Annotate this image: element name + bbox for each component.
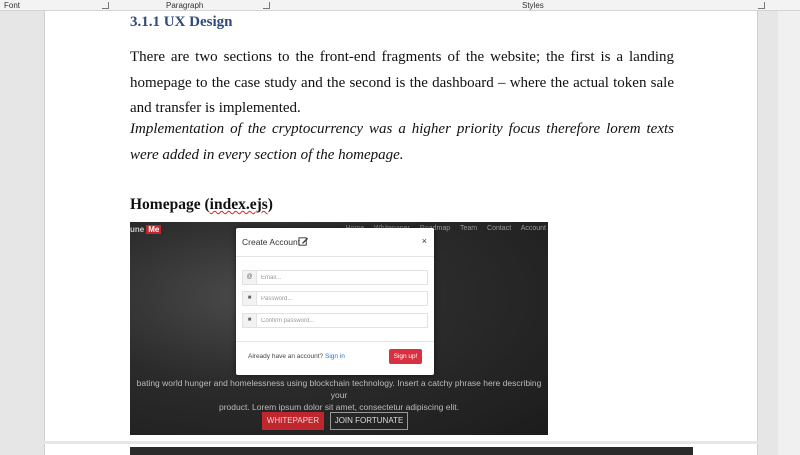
modal-divider [236, 341, 434, 342]
next-document-page[interactable] [44, 444, 758, 455]
logo-text: une [130, 225, 145, 234]
password-input[interactable] [261, 292, 421, 305]
at-icon: @ [243, 271, 257, 284]
section-heading: 3.1.1 UX Design [130, 14, 233, 30]
body-paragraph: There are two sections to the front-end … [130, 49, 674, 116]
confirm-password-field[interactable]: ■ [242, 313, 428, 328]
lock-icon: ■ [243, 314, 257, 327]
signin-link[interactable]: Sign in [325, 353, 345, 360]
close-icon[interactable]: × [422, 236, 427, 246]
next-page-image [130, 447, 693, 455]
already-text: Already have an account? [248, 353, 324, 360]
site-logo: une Me [130, 225, 162, 234]
homepage-subheading: Homepage (index.ejs) [130, 196, 273, 214]
homepage-screenshot-image: une Me Home Whitepaper Roadmap Team Conta… [130, 222, 548, 435]
logo-badge: Me [146, 225, 162, 234]
subheading-prefix: Homepage ( [130, 196, 210, 213]
subheading-filename: index.ejs [209, 196, 268, 213]
font-dialog-launcher-icon[interactable] [102, 2, 109, 9]
email-input[interactable] [261, 271, 421, 284]
ribbon-font-label: Font [4, 1, 21, 10]
ribbon-paragraph-label: Paragraph [166, 1, 204, 10]
ribbon-group-labels: Font Paragraph Styles [0, 0, 800, 11]
italic-paragraph: Implementation of the cryptocurrency was… [130, 121, 674, 163]
edit-icon [298, 237, 309, 246]
email-field[interactable]: @ [242, 270, 428, 285]
password-field[interactable]: ■ [242, 291, 428, 306]
signin-prompt: Already have an account? Sign in [248, 353, 345, 360]
lock-icon: ■ [243, 292, 257, 305]
styles-dialog-launcher-icon[interactable] [758, 2, 765, 9]
create-account-modal: Create Account × @ ■ ■ Already have an [236, 228, 434, 375]
paragraph-dialog-launcher-icon[interactable] [263, 2, 270, 9]
hero-line: bating world hunger and homelessness usi… [136, 378, 542, 400]
confirm-password-input[interactable] [261, 314, 421, 327]
vertical-scrollbar[interactable] [778, 11, 800, 455]
signup-button[interactable]: Sign up! [389, 349, 422, 364]
subheading-suffix: ) [267, 196, 273, 213]
ribbon-styles-label: Styles [522, 1, 544, 10]
whitepaper-button: WHITEPAPER [262, 412, 324, 430]
document-page[interactable]: 3.1.1 UX Design There are two sections t… [44, 11, 758, 441]
join-fortunate-button: JOIN FORTUNATE [330, 412, 408, 430]
modal-divider [236, 256, 434, 257]
hero-text: bating world hunger and homelessness usi… [130, 377, 548, 413]
modal-title: Create Account [242, 237, 301, 247]
